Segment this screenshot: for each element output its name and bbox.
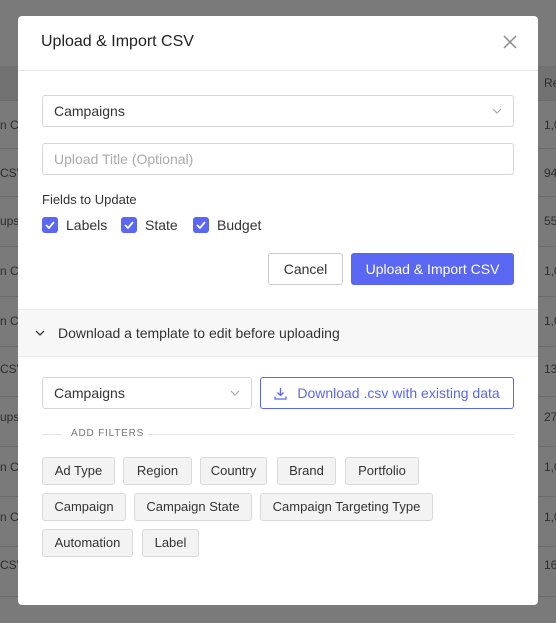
chevron-down-icon [492, 108, 502, 114]
table-cell: n C [0, 460, 19, 474]
table-cell: 1,0 [544, 460, 556, 474]
table-cell: n C [0, 264, 19, 278]
table-cell: 16 [544, 558, 556, 572]
divider [42, 434, 62, 435]
modal-title: Upload & Import CSV [41, 33, 194, 50]
state-checkbox[interactable]: State [121, 217, 178, 233]
labels-checkbox[interactable]: Labels [42, 217, 107, 233]
table-cell: 13 [544, 362, 556, 376]
table-cell: 1,0 [544, 118, 556, 132]
labels-checkbox-label: Labels [66, 217, 108, 233]
budget-checkbox[interactable]: Budget [193, 217, 261, 233]
chevron-down-icon [230, 390, 240, 396]
filter-chip-campaign[interactable]: Campaign [42, 493, 126, 521]
filter-chip-portfolio[interactable]: Portfolio [345, 457, 419, 485]
template-toggle[interactable]: Download a template to edit before uploa… [18, 309, 538, 357]
table-cell: 1,0 [544, 264, 556, 278]
filter-chip-campaign-state[interactable]: Campaign State [134, 493, 252, 521]
table-cell: 55 [544, 214, 556, 228]
table-cell: n C [0, 314, 19, 328]
download-csv-button[interactable]: Download .csv with existing data [260, 377, 514, 409]
table-cell: n C [0, 510, 19, 524]
cancel-button[interactable]: Cancel [268, 253, 343, 285]
download-csv-label: Download .csv with existing data [297, 385, 500, 401]
add-filters-header: ADD FILTERS [42, 427, 514, 441]
filter-chip-automation[interactable]: Automation [42, 529, 133, 557]
checkbox-checked-icon [121, 217, 137, 233]
checkbox-checked-icon [193, 217, 209, 233]
close-icon[interactable] [502, 34, 518, 50]
filter-chip-campaign-targeting-type[interactable]: Campaign Targeting Type [260, 493, 433, 521]
filter-chip-country[interactable]: Country [200, 457, 267, 485]
table-cell: 1,0 [544, 510, 556, 524]
modal-header: Upload & Import CSV [18, 16, 538, 71]
budget-checkbox-label: Budget [217, 217, 262, 233]
upload-import-button[interactable]: Upload & Import CSV [351, 253, 514, 285]
fields-to-update-label: Fields to Update [42, 192, 137, 207]
upload-title-placeholder: Upload Title (Optional) [54, 151, 194, 167]
table-cell: ups [0, 410, 20, 424]
filter-chip-ad-type[interactable]: Ad Type [42, 457, 115, 485]
table-cell: 94 [544, 166, 556, 180]
import-type-value: Campaigns [54, 103, 125, 119]
template-type-value: Campaigns [54, 385, 125, 401]
download-icon [274, 387, 287, 400]
table-cell: ups [0, 214, 20, 228]
template-toggle-label: Download a template to edit before uploa… [58, 325, 340, 341]
divider [148, 434, 514, 435]
filter-chip-label[interactable]: Label [142, 529, 199, 557]
import-type-select[interactable]: Campaigns [42, 95, 514, 127]
checkbox-checked-icon [42, 217, 58, 233]
table-cell: 1,0 [544, 314, 556, 328]
upload-title-input[interactable]: Upload Title (Optional) [42, 143, 514, 175]
upload-import-modal: Upload & Import CSV Campaigns Upload Tit… [18, 16, 538, 605]
table-cell: n C [0, 118, 19, 132]
filter-chip-region[interactable]: Region [123, 457, 192, 485]
chevron-down-icon [35, 330, 45, 336]
state-checkbox-label: State [145, 217, 178, 233]
filter-chip-brand[interactable]: Brand [277, 457, 336, 485]
template-type-select[interactable]: Campaigns [42, 377, 252, 409]
table-column-header: Re [544, 76, 556, 90]
add-filters-label: ADD FILTERS [71, 428, 145, 439]
table-cell: 27 [544, 410, 556, 424]
